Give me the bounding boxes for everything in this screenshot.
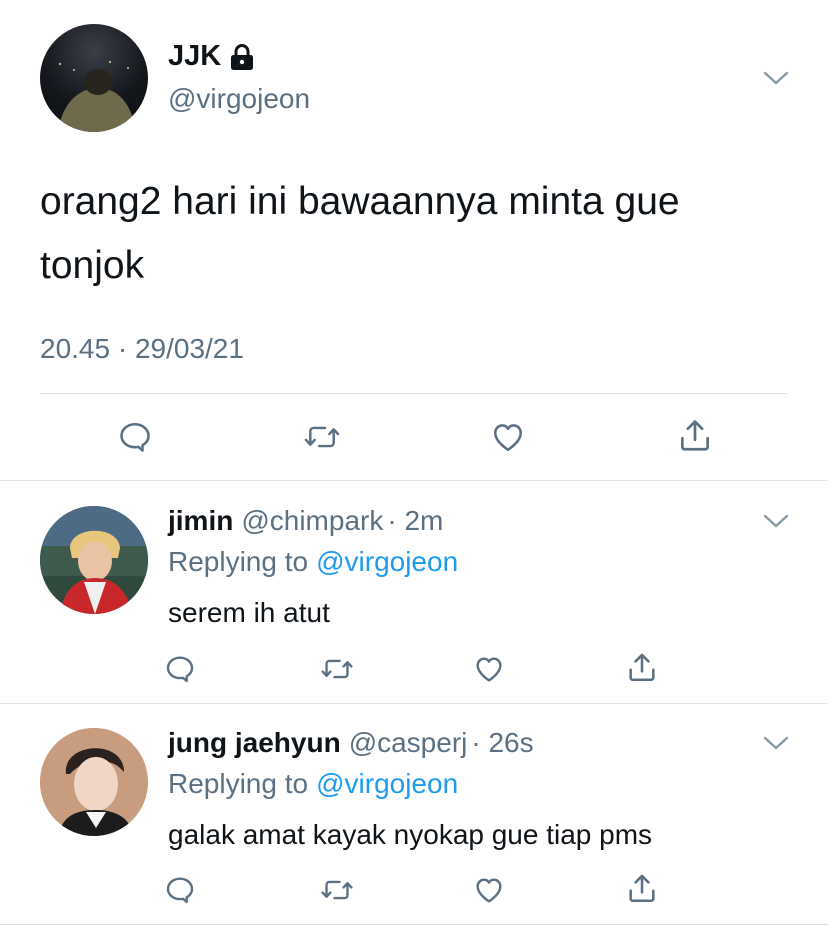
chevron-down-icon[interactable] (763, 70, 789, 91)
display-name[interactable]: JJK (168, 40, 221, 73)
reply-text: serem ih atut (168, 597, 330, 628)
chevron-down-icon[interactable] (763, 735, 789, 756)
avatar[interactable] (40, 24, 148, 132)
handle[interactable]: @virgojeon (168, 83, 310, 115)
avatar[interactable] (40, 506, 148, 614)
lock-icon (229, 43, 255, 71)
timestamp[interactable]: 20.45 · 29/03/21 (40, 333, 244, 365)
share-icon[interactable] (620, 645, 664, 689)
retweet-icon[interactable] (300, 415, 344, 459)
retweet-icon[interactable] (315, 647, 359, 691)
reply-time[interactable]: · 26s (471, 727, 533, 759)
handle[interactable]: @chimpark (241, 505, 383, 537)
tweet-text: orang2 hari ini bawaannya minta gue tonj… (40, 170, 680, 298)
replying-to-label: Replying to (168, 546, 309, 577)
display-name[interactable]: jung jaehyun (168, 727, 341, 759)
like-icon[interactable] (467, 868, 511, 912)
tweet-text-line: orang2 hari ini bawaannya minta gue (40, 180, 680, 223)
reply-icon[interactable] (158, 868, 202, 912)
replying-to-handle[interactable]: @virgojeon (316, 546, 458, 578)
like-icon[interactable] (467, 647, 511, 691)
timestamp-divider (40, 393, 788, 394)
avatar[interactable] (40, 728, 148, 836)
divider (0, 703, 828, 704)
retweet-icon[interactable] (315, 868, 359, 912)
handle[interactable]: @casperj (349, 727, 468, 759)
reply-text: galak amat kayak nyokap gue tiap pms (168, 819, 653, 850)
reply-icon[interactable] (158, 647, 202, 691)
tweet-text-line: tonjok (40, 244, 145, 287)
display-name[interactable]: jimin (168, 505, 233, 537)
replying-to-label: Replying to (168, 768, 309, 799)
share-icon[interactable] (673, 413, 717, 457)
like-icon[interactable] (486, 415, 530, 459)
share-icon[interactable] (620, 866, 664, 910)
divider (0, 480, 828, 481)
divider (0, 924, 828, 925)
replying-to-handle[interactable]: @virgojeon (316, 768, 458, 800)
reply-icon[interactable] (113, 415, 157, 459)
chevron-down-icon[interactable] (763, 513, 789, 534)
reply-time[interactable]: · 2m (387, 505, 443, 537)
